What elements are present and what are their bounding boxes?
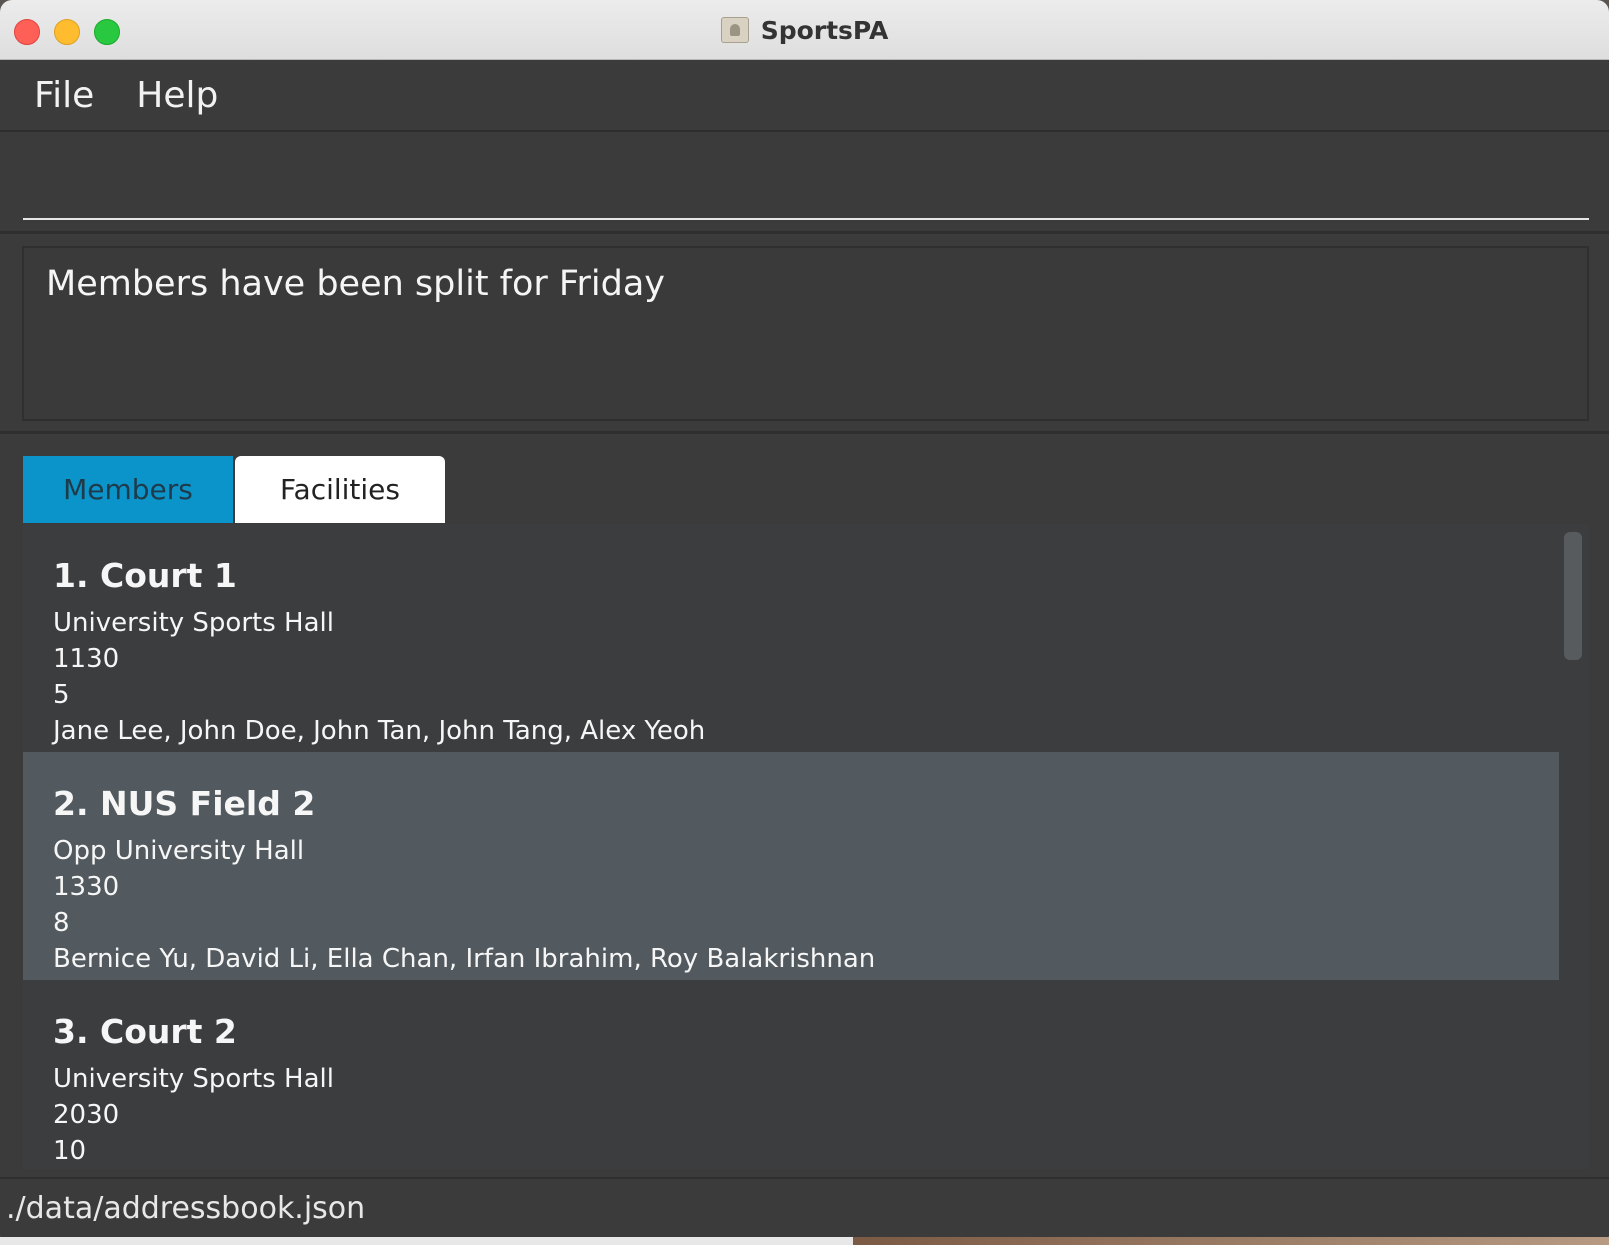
facility-location: University Sports Hall [53,608,334,638]
result-display: Members have been split for Friday [22,246,1589,421]
tab-facilities[interactable]: Facilities [235,456,445,523]
facility-card[interactable]: 1. Court 1 University Sports Hall 1130 5… [23,524,1559,752]
storage-path: ./data/addressbook.json [6,1190,366,1226]
facility-capacity: 10 [53,1136,87,1166]
facility-title: 3. Court 2 [53,1012,237,1051]
menu-help[interactable]: Help [136,75,218,116]
app-window: SportsPA File Help Members have been spl… [0,0,1609,1245]
result-display-area: Members have been split for Friday [0,237,1609,434]
title-bar[interactable]: SportsPA [0,0,1609,60]
facility-card[interactable]: 3. Court 2 University Sports Hall 2030 1… [23,980,1559,1169]
facility-time: 1130 [53,644,120,674]
list-scrollbar[interactable] [1564,532,1582,660]
status-bar: ./data/addressbook.json [0,1177,1609,1237]
menu-file[interactable]: File [34,75,94,116]
background-strip [0,1237,1609,1245]
facility-capacity: 5 [53,680,70,710]
facility-time: 2030 [53,1100,120,1130]
app-icon [720,17,749,43]
command-box-area [0,134,1609,234]
command-input[interactable] [23,144,1589,220]
facility-title: 1. Court 1 [53,556,237,595]
facility-card[interactable]: 2. NUS Field 2 Opp University Hall 1330 … [23,752,1559,980]
title-wrap: SportsPA [0,0,1609,60]
tab-pane: Members Facilities 1. Court 1 University… [0,437,1609,1177]
facility-location: Opp University Hall [53,836,305,866]
facility-location: University Sports Hall [53,1064,334,1094]
tab-members[interactable]: Members [23,456,233,523]
window-title: SportsPA [760,15,889,45]
facility-members: Bernice Yu, David Li, Ella Chan, Irfan I… [53,944,876,974]
facility-title: 2. NUS Field 2 [53,784,316,823]
facility-capacity: 8 [53,908,70,938]
facility-members: Jane Lee, John Doe, John Tan, John Tang,… [53,716,706,746]
menu-bar: File Help [0,60,1609,132]
facility-list[interactable]: 1. Court 1 University Sports Hall 1130 5… [23,524,1589,1169]
facility-time: 1330 [53,872,120,902]
